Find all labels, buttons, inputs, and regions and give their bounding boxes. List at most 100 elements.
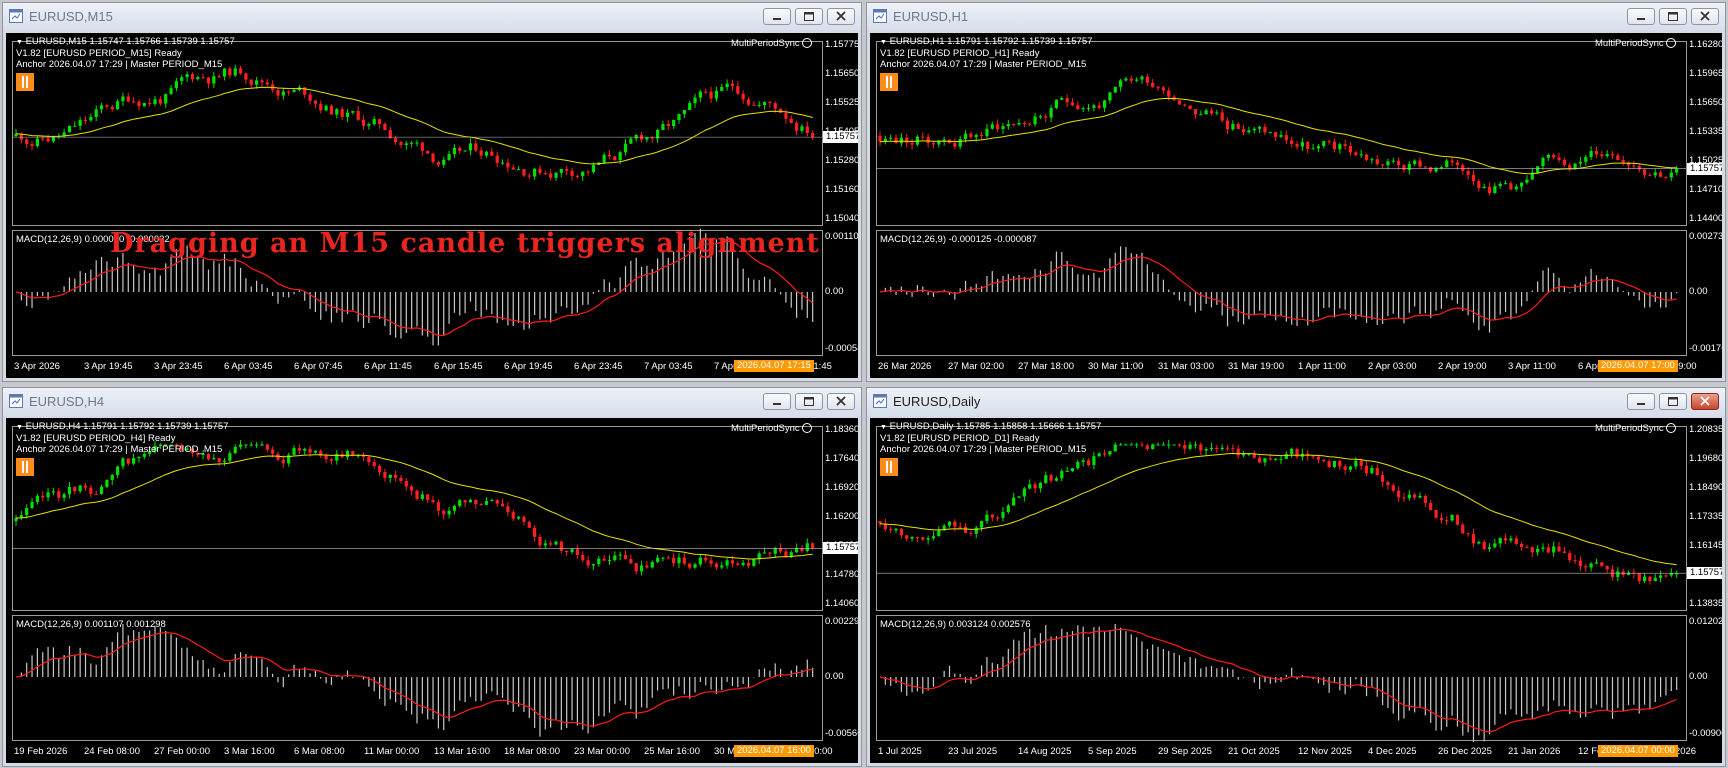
window-titlebar[interactable]: EURUSD,H1 — [867, 3, 1725, 31]
candle-body — [1076, 461, 1080, 469]
candle-body — [811, 543, 815, 549]
window-titlebar[interactable]: EURUSD,H4 — [3, 388, 861, 416]
window-title: EURUSD,Daily — [893, 394, 981, 409]
candle-body — [484, 500, 489, 505]
price-chart-canvas[interactable] — [6, 33, 858, 378]
candle-body — [447, 510, 451, 515]
window-h1[interactable]: EURUSD,H1 ▼ EURUSD,H1 1.15791 1.15792 1.… — [866, 2, 1726, 382]
pause-button[interactable] — [16, 73, 34, 91]
window-h4[interactable]: EURUSD,H4 ▼ EURUSD,H4 1.15791 1.15792 1.… — [2, 387, 862, 767]
candle-body — [35, 495, 39, 502]
current-time-box: 2026.04.07 16:00 — [734, 745, 814, 757]
chart-area[interactable]: ▼ EURUSD,Daily 1.15785 1.15858 1.15666 1… — [870, 418, 1722, 763]
chart-window-icon — [9, 394, 23, 408]
window-daily[interactable]: EURUSD,Daily ▼ EURUSD,Daily 1.15785 1.15… — [866, 387, 1726, 767]
maximize-button[interactable] — [1659, 8, 1687, 25]
close-button[interactable] — [827, 393, 855, 410]
window-m15[interactable]: EURUSD,M15 ▼ EURUSD,M15 1.15747 1.15766 … — [2, 2, 862, 382]
chart-menu-triangle-icon[interactable]: ▼ — [16, 424, 23, 431]
time-axis-label: 3 Apr 2026 — [14, 361, 60, 372]
candle-body — [1193, 444, 1198, 446]
minimize-button[interactable] — [763, 8, 791, 25]
price-chart-canvas[interactable] — [870, 33, 1722, 378]
candle-body — [1364, 154, 1369, 160]
candle-body — [996, 124, 1000, 129]
price-chart-canvas[interactable] — [6, 418, 858, 763]
candle-body — [543, 543, 547, 546]
chart-menu-triangle-icon[interactable]: ▼ — [880, 39, 887, 46]
candle-body — [1397, 160, 1401, 166]
candle-body — [1621, 159, 1625, 163]
candle-body — [1316, 146, 1321, 149]
candle-body — [1648, 576, 1652, 582]
price-axis-label: 1.15525 — [825, 97, 858, 108]
candle-body — [1108, 451, 1112, 455]
candle-body — [677, 557, 681, 564]
window-titlebar[interactable]: EURUSD,M15 — [3, 3, 861, 31]
macd-label: MACD(12,26,9) 0.001107 0.001298 — [16, 619, 166, 630]
maximize-button[interactable] — [795, 393, 823, 410]
close-button[interactable] — [1691, 393, 1719, 410]
overlay-message: Dragging an M15 candle triggers alignmen… — [110, 228, 820, 259]
candle-body — [1124, 78, 1128, 81]
chart-area[interactable]: ▼ EURUSD,H4 1.15791 1.15792 1.15739 1.15… — [6, 418, 858, 763]
price-chart-canvas[interactable] — [870, 418, 1722, 763]
time-axis-label: 4 Dec 2025 — [1368, 746, 1417, 757]
candle-body — [233, 68, 237, 76]
close-button[interactable] — [1691, 8, 1719, 25]
price-axis-label: 1.14400 — [1689, 213, 1722, 224]
candle-body — [1183, 104, 1187, 106]
time-axis-label: 12 Nov 2025 — [1298, 746, 1352, 757]
candle-body — [1418, 495, 1422, 498]
candle-body — [752, 104, 756, 106]
candle-body — [1311, 148, 1315, 150]
chart-area[interactable]: ▼ EURUSD,M15 1.15747 1.15766 1.15739 1.1… — [6, 33, 858, 378]
candle-body — [1070, 468, 1075, 471]
candle-body — [1616, 155, 1620, 160]
candle-body — [1482, 541, 1486, 550]
maximize-button[interactable] — [795, 8, 823, 25]
candle-body — [404, 143, 408, 145]
candle-body — [126, 458, 130, 464]
chart-window-icon — [873, 9, 887, 23]
candle-body — [190, 74, 195, 80]
chart-menu-triangle-icon[interactable]: ▼ — [16, 39, 23, 46]
pause-button[interactable] — [880, 458, 898, 476]
candle-body — [99, 486, 104, 494]
candle-body — [921, 136, 925, 138]
window-titlebar[interactable]: EURUSD,Daily — [867, 388, 1725, 416]
candle-body — [1413, 160, 1417, 164]
candle-body — [533, 527, 537, 537]
candle-body — [313, 100, 318, 104]
candle-body — [1471, 174, 1476, 182]
pause-button[interactable] — [880, 73, 898, 91]
candle-body — [442, 510, 446, 515]
candle-body — [570, 549, 574, 553]
candle-body — [132, 458, 136, 464]
candle-body — [394, 138, 398, 143]
candle-body — [1626, 572, 1631, 575]
candle-body — [474, 499, 478, 505]
chart-area[interactable]: ▼ EURUSD,H1 1.15791 1.15792 1.15739 1.15… — [870, 33, 1722, 378]
candle-body — [238, 68, 243, 74]
candle-body — [431, 153, 435, 162]
candle-body — [543, 173, 547, 175]
minimize-button[interactable] — [763, 393, 791, 410]
ohlc-line: EURUSD,Daily 1.15785 1.15858 1.15666 1.1… — [889, 421, 1102, 432]
candle-body — [1183, 445, 1187, 449]
candle-body — [538, 168, 542, 174]
candle-body — [292, 90, 296, 92]
minimize-button[interactable] — [1627, 8, 1655, 25]
pause-button[interactable] — [16, 458, 34, 476]
candle-body — [549, 173, 553, 178]
candle-body — [969, 532, 973, 534]
candle-body — [484, 151, 489, 156]
maximize-icon — [804, 12, 814, 21]
candle-body — [1380, 474, 1385, 482]
candle-body — [1332, 460, 1337, 468]
minimize-button[interactable] — [1627, 393, 1655, 410]
close-button[interactable] — [827, 8, 855, 25]
chart-menu-triangle-icon[interactable]: ▼ — [880, 424, 887, 431]
maximize-button[interactable] — [1659, 393, 1687, 410]
candle-body — [14, 518, 18, 521]
